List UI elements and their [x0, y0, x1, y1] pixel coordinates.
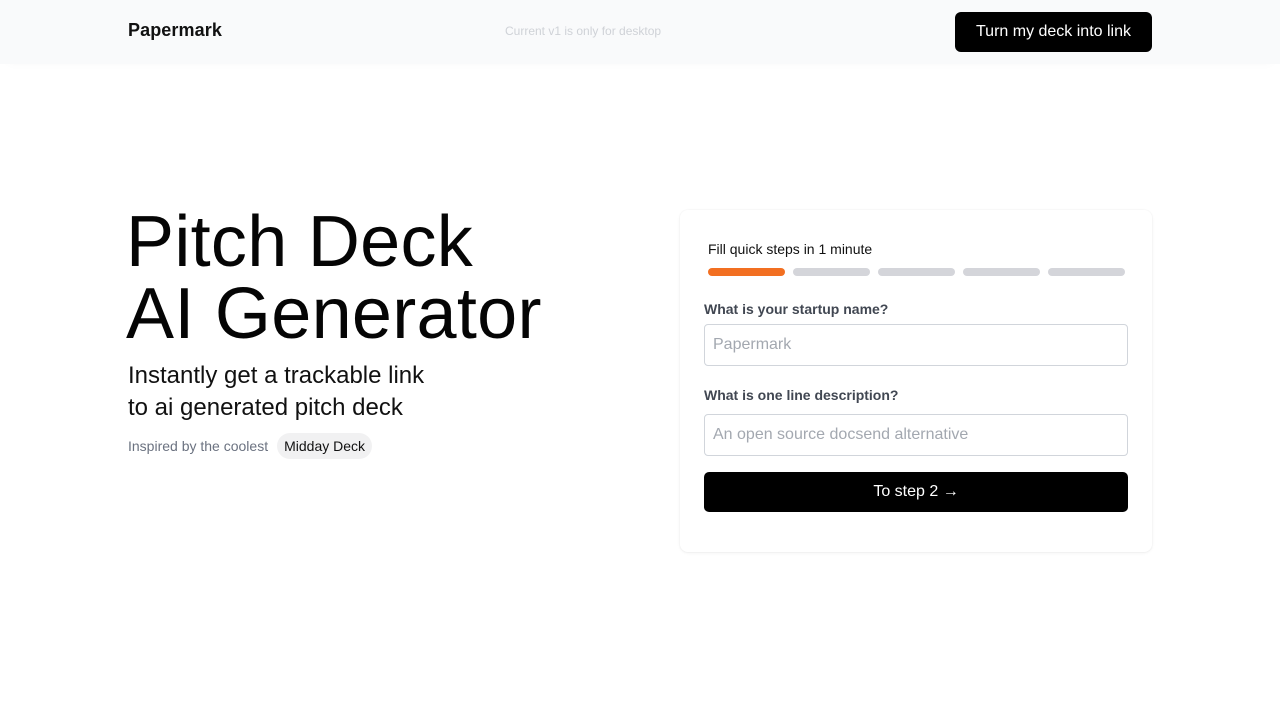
hero-title-line: Pitch Deck: [126, 202, 474, 282]
desktop-only-notice: Current v1 is only for desktop: [505, 24, 662, 38]
description-input[interactable]: [704, 414, 1128, 456]
steps-title: Fill quick steps in 1 minute: [708, 241, 873, 257]
step-progress-bar: [708, 268, 1125, 276]
startup-name-label: What is your startup name?: [704, 301, 889, 317]
progress-step-4: [963, 268, 1040, 276]
progress-step-1-active: [708, 268, 785, 276]
inspired-by-row: Inspired by the coolest Midday Deck: [128, 433, 373, 459]
hero-subtitle-line: to ai generated pitch deck: [128, 394, 403, 421]
pitch-deck-form-card: Fill quick steps in 1 minute What is you…: [680, 210, 1152, 552]
hero-subtitle: Instantly get a trackable link to ai gen…: [128, 360, 424, 424]
hero-title-line: AI Generator: [126, 274, 542, 354]
progress-step-3: [878, 268, 955, 276]
turn-deck-into-link-button[interactable]: Turn my deck into link: [955, 12, 1152, 52]
description-label: What is one line description?: [704, 387, 899, 403]
startup-name-input[interactable]: [704, 324, 1128, 366]
hero-title: Pitch Deck AI Generator: [126, 206, 542, 350]
to-step-2-button[interactable]: To step 2 →: [704, 472, 1128, 512]
progress-step-5: [1048, 268, 1125, 276]
midday-deck-link-badge[interactable]: Midday Deck: [277, 433, 373, 459]
top-navigation-bar: Papermark Current v1 is only for desktop…: [0, 0, 1280, 64]
inspired-by-text: Inspired by the coolest: [128, 438, 269, 454]
brand-logo-text[interactable]: Papermark: [128, 20, 222, 41]
progress-step-2: [793, 268, 870, 276]
hero-subtitle-line: Instantly get a trackable link: [128, 362, 425, 389]
